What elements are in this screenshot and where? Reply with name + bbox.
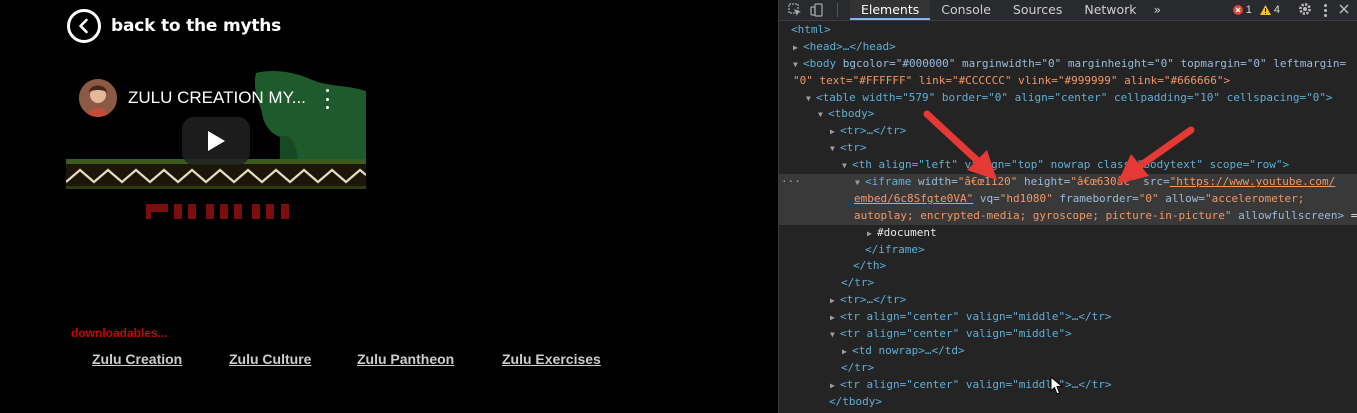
device-toolbar-icon[interactable] — [809, 2, 825, 18]
back-link-label: back to the myths — [111, 16, 282, 36]
video-title[interactable]: ZULU CREATION MY... — [128, 88, 306, 108]
collapse-arrow-icon[interactable]: ▼ — [793, 57, 803, 74]
dom-node[interactable]: ▶ #document — [779, 225, 1357, 242]
dom-node[interactable]: </tbody> — [779, 394, 1357, 411]
link-zulu-creation[interactable]: Zulu Creation — [92, 351, 182, 367]
collapse-arrow-icon[interactable]: ▼ — [818, 107, 828, 124]
dom-node[interactable]: ▶ <td nowrap>…</td> — [779, 343, 1357, 360]
expand-arrow-icon[interactable]: ▶ — [830, 124, 840, 141]
dom-node[interactable]: ▶ <tr>…</tr> — [779, 123, 1357, 140]
tab-console[interactable]: Console — [930, 0, 1002, 20]
selected-dom-node-cont[interactable]: embed/6c8Sfgte0VA" vq="hd1080" framebord… — [779, 190, 1357, 208]
dom-node[interactable]: ▶ <tr>…</tr> — [779, 292, 1357, 309]
collapse-arrow-icon[interactable]: ▼ — [830, 141, 840, 158]
dom-node[interactable]: "0" text="#FFFFFF" link="#CCCCCC" vlink=… — [779, 73, 1357, 90]
back-arrow-icon — [67, 9, 101, 43]
dom-node[interactable]: ▼ <tr> — [779, 140, 1357, 157]
back-to-myths-link[interactable]: back to the myths — [67, 6, 281, 46]
dom-node[interactable]: </iframe> — [779, 242, 1357, 259]
web-page: back to the myths ZULU CREATION MY... do… — [0, 0, 778, 413]
more-vert-icon[interactable] — [322, 89, 332, 109]
error-icon — [1232, 5, 1243, 15]
close-devtools-icon[interactable] — [1339, 3, 1349, 17]
link-zulu-culture[interactable]: Zulu Culture — [229, 351, 311, 367]
expand-arrow-icon[interactable]: ▶ — [830, 310, 840, 327]
dom-node[interactable]: ▶ <tr align="center" valign="middle">…</t… — [779, 309, 1357, 326]
devtools-panel: Elements Console Sources Network » 1 4 <… — [778, 0, 1357, 413]
warning-badge[interactable]: 4 — [1259, 4, 1280, 16]
error-badge[interactable]: 1 — [1232, 4, 1252, 16]
link-zulu-exercises[interactable]: Zulu Exercises — [502, 351, 601, 367]
dom-node[interactable]: ▶ <tr align="center" valign="middle">…</t… — [779, 377, 1357, 394]
dom-node[interactable]: <html> — [779, 22, 1357, 39]
warning-count: 4 — [1273, 4, 1280, 16]
tab-network[interactable]: Network — [1073, 0, 1147, 20]
dom-node[interactable]: ▼ <table width="579" border="0" align="ce… — [779, 90, 1357, 107]
expand-arrow-icon[interactable]: ▶ — [793, 40, 803, 57]
more-options-icon[interactable]: ··· — [781, 174, 801, 191]
collapse-arrow-icon[interactable]: ▼ — [855, 175, 865, 192]
customize-menu-icon[interactable] — [1320, 3, 1331, 17]
devtools-toolbar: Elements Console Sources Network » 1 4 — [779, 0, 1357, 21]
warning-icon — [1259, 5, 1271, 15]
dom-node[interactable]: </th> — [779, 258, 1357, 275]
collapse-arrow-icon[interactable]: ▼ — [830, 327, 840, 344]
dom-tree: <html> ▶ <head>…</head> ▼ <body bgcolor="#… — [779, 22, 1357, 410]
link-zulu-pantheon[interactable]: Zulu Pantheon — [357, 351, 454, 367]
channel-avatar[interactable] — [79, 79, 117, 117]
expand-arrow-icon[interactable]: ▶ — [842, 344, 852, 361]
downloadables-label: downloadables... — [71, 326, 168, 340]
more-tabs-button[interactable]: » — [1148, 0, 1168, 20]
dom-node[interactable]: ▼ <body bgcolor="#000000" marginwidth="0"… — [779, 56, 1357, 73]
collapse-arrow-icon[interactable]: ▼ — [806, 91, 816, 108]
dom-node[interactable]: </tr> — [779, 360, 1357, 377]
dom-node[interactable]: </tr> — [779, 275, 1357, 292]
selected-dom-node-cont[interactable]: autoplay; encrypted-media; gyroscope; pi… — [779, 207, 1357, 225]
youtube-embed[interactable]: ZULU CREATION MY... — [66, 67, 366, 219]
tab-elements[interactable]: Elements — [850, 0, 931, 20]
collapse-arrow-icon[interactable]: ▼ — [842, 158, 852, 175]
inspect-element-icon[interactable] — [787, 2, 803, 18]
expand-arrow-icon[interactable]: ▶ — [830, 293, 840, 310]
play-button[interactable] — [182, 117, 250, 165]
settings-gear-icon[interactable] — [1298, 2, 1312, 19]
dom-node[interactable]: ▼ <tr align="center" valign="middle"> — [779, 326, 1357, 343]
error-count: 1 — [1245, 4, 1252, 16]
dom-node[interactable]: ▼ <th align="left" valign="top" nowrap cl… — [779, 157, 1357, 174]
expand-arrow-icon[interactable]: ▶ — [830, 378, 840, 395]
dom-node[interactable]: ▶ <head>…</head> — [779, 39, 1357, 56]
selected-dom-node[interactable]: ··· ▼ <iframe width="â€œ1120" height="â€œ6… — [779, 174, 1357, 191]
tab-sources[interactable]: Sources — [1002, 0, 1073, 20]
expand-arrow-icon[interactable]: ▶ — [867, 226, 877, 243]
play-icon — [208, 131, 225, 151]
dom-node[interactable]: ▼ <tbody> — [779, 106, 1357, 123]
